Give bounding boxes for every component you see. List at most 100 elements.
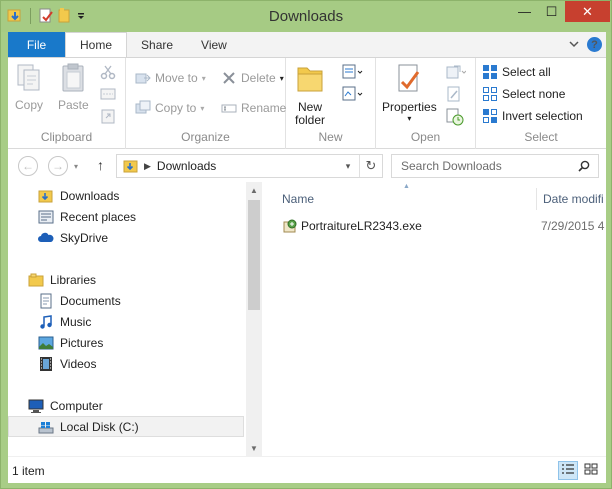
large-icons-view-icon — [584, 463, 598, 478]
nav-item-pictures[interactable]: Pictures — [8, 332, 246, 353]
exe-installer-icon — [282, 218, 298, 234]
scroll-up-icon[interactable]: ▲ — [246, 182, 262, 198]
column-header-name[interactable]: Name — [282, 188, 314, 210]
select-all-icon — [482, 64, 498, 80]
organize-group-label: Organize — [181, 130, 230, 144]
tab-share[interactable]: Share — [127, 32, 187, 57]
select-none-icon — [482, 86, 498, 102]
nav-item-libraries[interactable]: Libraries — [8, 269, 246, 290]
invert-selection-icon — [482, 108, 498, 124]
search-input[interactable]: Search Downloads — [401, 159, 502, 173]
minimize-button[interactable]: — — [511, 1, 538, 22]
content-area: Downloads Recent places SkyDrive Librari… — [8, 182, 606, 456]
properties-dropdown-icon: ▾ — [407, 114, 412, 123]
documents-icon — [38, 293, 54, 309]
copy-button[interactable]: Copy — [15, 62, 43, 112]
title-bar: Downloads — ☐ ✕ — [1, 1, 611, 32]
new-folder-large-icon — [295, 62, 325, 99]
copy-to-button[interactable]: Copy to ▾ — [135, 100, 204, 116]
properties-button[interactable]: Properties ▾ — [382, 62, 437, 123]
scroll-thumb[interactable] — [248, 200, 260, 310]
easy-access-icon[interactable] — [342, 86, 363, 102]
address-dropdown-icon[interactable]: ▾ — [338, 155, 358, 177]
column-divider[interactable] — [536, 188, 537, 210]
delete-button[interactable]: Delete ▾ — [221, 70, 284, 86]
nav-item-label: Recent places — [60, 209, 137, 224]
invert-selection-button[interactable]: Invert selection — [482, 108, 583, 124]
new-item-icon[interactable] — [342, 64, 363, 80]
nav-item-music[interactable]: Music — [8, 311, 246, 332]
nav-item-documents[interactable]: Documents — [8, 290, 246, 311]
column-header-date[interactable]: Date modifi — [543, 188, 604, 210]
open-group: Properties ▾ Open — [376, 58, 476, 149]
move-to-icon — [135, 70, 151, 86]
nav-item-label: Pictures — [60, 335, 104, 350]
copy-to-dropdown-icon: ▾ — [200, 103, 205, 113]
copy-to-icon — [135, 100, 151, 116]
organize-group: Move to ▾ Copy to ▾ Delete ▾ Rename Orga… — [126, 58, 286, 149]
select-all-label: Select all — [502, 65, 551, 79]
downloads-folder-icon — [38, 188, 54, 204]
nav-item-label: Computer — [50, 398, 103, 413]
nav-item-skydrive[interactable]: SkyDrive — [8, 227, 246, 248]
paste-button[interactable]: Paste — [58, 62, 89, 112]
videos-icon — [38, 356, 54, 372]
select-none-label: Select none — [502, 87, 566, 101]
rename-icon — [221, 100, 237, 116]
breadcrumb-chevron-icon[interactable]: ▶ — [144, 161, 151, 172]
nav-item-label: Libraries — [50, 272, 97, 287]
tab-home[interactable]: Home — [65, 32, 128, 57]
help-icon[interactable]: ? — [587, 37, 602, 52]
nav-pane-scrollbar[interactable]: ▲ ▼ — [246, 182, 262, 456]
ribbon-tabs: File Home Share View ? — [8, 32, 606, 57]
tab-file[interactable]: File — [8, 32, 65, 57]
nav-item-videos[interactable]: Videos — [8, 353, 246, 374]
nav-item-downloads[interactable]: Downloads — [8, 185, 246, 206]
open-icon[interactable] — [446, 64, 467, 80]
large-icons-view-button[interactable] — [581, 461, 601, 480]
recent-locations-dropdown-icon[interactable]: ▾ — [74, 162, 78, 171]
navigation-pane: Downloads Recent places SkyDrive Librari… — [8, 182, 246, 456]
clipboard-group: Copy Paste Clipboard — [8, 58, 126, 149]
refresh-icon[interactable]: ↻ — [359, 155, 382, 177]
copy-path-icon[interactable] — [100, 86, 116, 102]
address-path[interactable]: Downloads — [157, 159, 216, 173]
expand-ribbon-icon[interactable] — [569, 39, 579, 51]
rename-button[interactable]: Rename — [221, 100, 286, 116]
up-arrow-icon[interactable]: ↑ — [97, 157, 104, 173]
back-button[interactable]: ← — [18, 156, 38, 176]
move-to-button[interactable]: Move to ▾ — [135, 70, 206, 86]
delete-dropdown-icon: ▾ — [279, 73, 284, 83]
nav-item-recent-places[interactable]: Recent places — [8, 206, 246, 227]
file-row[interactable]: PortraitureLR2343.exe 7/29/2015 4 — [282, 216, 606, 236]
nav-item-label: Music — [60, 314, 92, 329]
delete-icon — [221, 70, 237, 86]
new-folder-label-line2: folder — [295, 113, 326, 127]
maximize-button[interactable]: ☐ — [538, 1, 565, 22]
nav-item-computer[interactable]: Computer — [8, 395, 246, 416]
forward-button[interactable]: → — [48, 156, 68, 176]
new-folder-button[interactable]: New folder — [295, 62, 325, 127]
address-bar[interactable]: ▶ Downloads ▾ ↻ — [116, 154, 383, 178]
scroll-down-icon[interactable]: ▼ — [246, 440, 262, 456]
select-none-button[interactable]: Select none — [482, 86, 565, 102]
move-to-label: Move to — [155, 71, 198, 85]
search-icon[interactable] — [578, 160, 590, 172]
details-view-button[interactable] — [558, 461, 578, 480]
cut-icon[interactable] — [100, 64, 116, 80]
search-box[interactable]: Search Downloads — [391, 154, 599, 178]
tab-view[interactable]: View — [187, 32, 241, 57]
paste-label: Paste — [58, 98, 89, 112]
paste-shortcut-icon[interactable] — [100, 108, 116, 124]
window-controls: — ☐ ✕ — [511, 1, 610, 22]
nav-item-local-disk[interactable]: Local Disk (C:) — [8, 416, 244, 437]
close-button[interactable]: ✕ — [565, 1, 610, 22]
new-group: New folder New — [286, 58, 376, 149]
status-bar: 1 item — [8, 456, 606, 483]
copy-to-label: Copy to — [155, 101, 197, 115]
open-group-label: Open — [410, 130, 441, 144]
history-icon[interactable] — [446, 108, 464, 126]
edit-icon[interactable] — [446, 86, 462, 102]
select-all-button[interactable]: Select all — [482, 64, 551, 80]
clipboard-group-label: Clipboard — [40, 130, 93, 144]
